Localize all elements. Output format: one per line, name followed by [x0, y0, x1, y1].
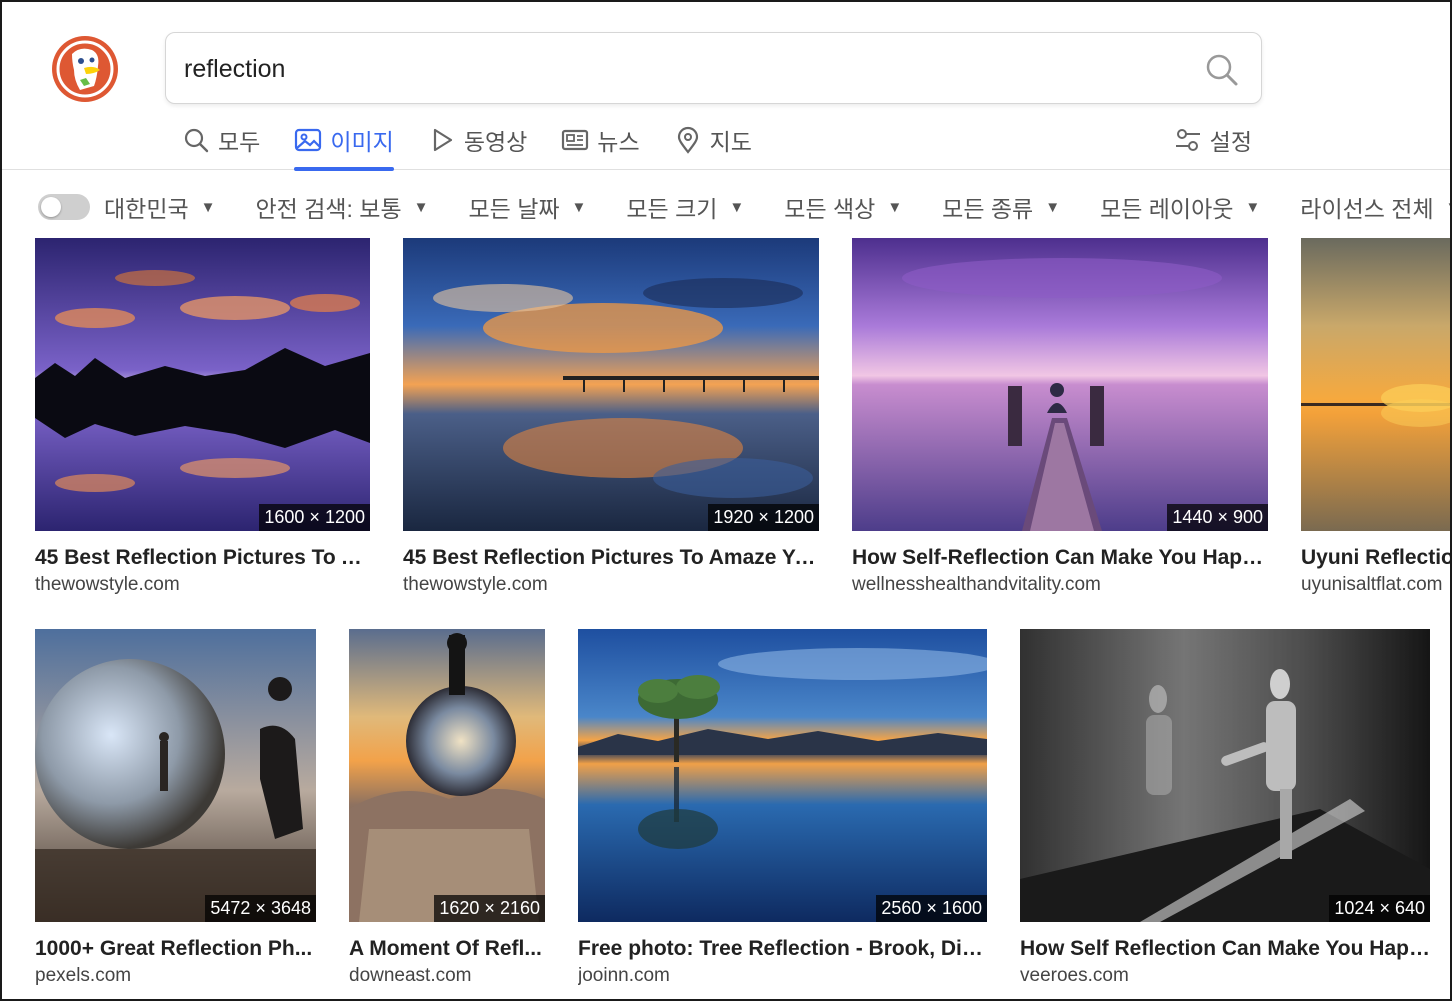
browser-frame: 모두 이미지 동영상 뉴스 지도 설정 대 — [0, 0, 1452, 1001]
image-result[interactable]: 1024 × 640 How Self Reflection Can Make … — [1020, 629, 1430, 989]
map-pin-icon — [677, 126, 698, 154]
filter-date[interactable]: 모든 날짜 ▼ — [469, 190, 587, 224]
result-domain[interactable]: jooinn.com — [578, 965, 987, 987]
image-result[interactable]: Uyuni Reflection uyunisaltflat.com — [1301, 238, 1450, 598]
result-title[interactable]: Free photo: Tree Reflection - Brook, Dig… — [578, 937, 987, 961]
tab-news[interactable]: 뉴스 — [561, 120, 640, 160]
result-domain[interactable]: wellnesshealthandvitality.com — [852, 574, 1268, 596]
filter-region[interactable]: 대한민국 ▼ — [104, 190, 216, 224]
result-title[interactable]: 45 Best Reflection Pictures To Amaze You — [403, 546, 819, 570]
filter-label: 모든 색상 — [784, 196, 876, 222]
search-icon — [184, 128, 209, 153]
play-icon — [433, 128, 452, 152]
image-result[interactable]: 1620 × 2160 A Moment Of Refl... downeast… — [349, 629, 545, 989]
tab-label: 뉴스 — [597, 129, 640, 155]
result-thumbnail[interactable]: 1620 × 2160 — [349, 629, 545, 922]
settings-button[interactable]: 설정 — [1174, 120, 1252, 160]
image-dimensions: 5472 × 3648 — [205, 895, 316, 922]
caret-down-icon: ▼ — [729, 198, 745, 216]
search-button[interactable] — [1203, 51, 1241, 89]
image-dimensions: 1920 × 1200 — [708, 504, 819, 531]
result-domain[interactable]: uyunisaltflat.com — [1301, 574, 1450, 596]
caret-down-icon: ▼ — [413, 198, 429, 216]
news-icon — [562, 129, 589, 151]
result-thumbnail[interactable]: 1024 × 640 — [1020, 629, 1430, 922]
image-result[interactable]: 1440 × 900 How Self-Reflection Can Make … — [852, 238, 1268, 598]
result-thumbnail[interactable]: 2560 × 1600 — [578, 629, 987, 922]
caret-down-icon: ▼ — [571, 198, 587, 216]
result-thumbnail[interactable]: 1440 × 900 — [852, 238, 1268, 531]
caret-down-icon: ▼ — [1045, 198, 1061, 216]
result-domain[interactable]: downeast.com — [349, 965, 545, 987]
filter-safe-search[interactable]: 안전 검색: 보통 ▼ — [256, 190, 429, 224]
search-bar — [165, 32, 1262, 104]
tab-label: 이미지 — [330, 129, 394, 155]
filter-label: 라이선스 전체 — [1300, 196, 1434, 222]
tab-label: 동영상 — [463, 129, 528, 155]
tab-label: 모두 — [218, 129, 261, 155]
filter-size[interactable]: 모든 크기 ▼ — [626, 190, 744, 224]
image-result[interactable]: 2560 × 1600 Free photo: Tree Reflection … — [578, 629, 987, 989]
filter-label: 안전 검색: 보통 — [255, 196, 402, 222]
result-thumbnail[interactable] — [1301, 238, 1450, 531]
caret-down-icon: ▼ — [1446, 199, 1450, 216]
result-thumbnail[interactable]: 1920 × 1200 — [403, 238, 819, 531]
image-result[interactable]: 1600 × 1200 45 Best Reflection Pictures … — [35, 238, 370, 598]
filter-type[interactable]: 모든 종류 ▼ — [942, 190, 1060, 224]
image-result[interactable]: 5472 × 3648 1000+ Great Reflection Ph...… — [35, 629, 316, 989]
result-thumbnail[interactable]: 1600 × 1200 — [35, 238, 370, 531]
tab-videos[interactable]: 동영상 — [428, 120, 527, 160]
region-toggle[interactable] — [38, 194, 90, 220]
result-domain[interactable]: pexels.com — [35, 965, 316, 987]
result-domain[interactable]: thewowstyle.com — [403, 574, 819, 596]
result-title[interactable]: 45 Best Reflection Pictures To A... — [35, 546, 370, 570]
image-result[interactable]: 1920 × 1200 45 Best Reflection Pictures … — [403, 238, 819, 598]
filter-label: 모든 레이아웃 — [1100, 196, 1234, 222]
image-dimensions: 2560 × 1600 — [876, 895, 987, 922]
result-title[interactable]: 1000+ Great Reflection Ph... — [35, 937, 316, 961]
image-dimensions: 1620 × 2160 — [434, 895, 545, 922]
filter-layout[interactable]: 모든 레이아웃 ▼ — [1100, 190, 1260, 224]
result-title[interactable]: Uyuni Reflection — [1301, 546, 1450, 570]
filter-label: 대한민국 — [104, 196, 189, 222]
result-domain[interactable]: veeroes.com — [1020, 965, 1430, 987]
filter-label: 모든 크기 — [626, 196, 718, 222]
duckduckgo-logo[interactable] — [50, 34, 120, 104]
tab-maps[interactable]: 지도 — [674, 120, 752, 160]
filter-label: 모든 종류 — [942, 196, 1034, 222]
image-dimensions: 1440 × 900 — [1167, 504, 1268, 531]
filter-license[interactable]: 라이선스 전체 ▼ — [1300, 190, 1450, 224]
result-title[interactable]: A Moment Of Refl... — [349, 937, 545, 961]
filter-color[interactable]: 모든 색상 ▼ — [784, 190, 902, 224]
settings-label: 설정 — [1209, 129, 1252, 155]
result-title[interactable]: How Self Reflection Can Make You Happ... — [1020, 937, 1430, 961]
filter-bar: 대한민국 ▼ 안전 검색: 보통 ▼ 모든 날짜 ▼ 모든 크기 ▼ 모든 색상 ▼ 모든… — [38, 187, 1450, 227]
caret-down-icon: ▼ — [1245, 198, 1261, 216]
result-domain[interactable]: thewowstyle.com — [35, 574, 370, 596]
filter-label: 모든 날짜 — [468, 196, 560, 222]
image-dimensions: 1024 × 640 — [1329, 895, 1430, 922]
tab-images[interactable]: 이미지 — [294, 120, 395, 171]
tab-all[interactable]: 모두 — [182, 120, 260, 160]
search-input[interactable] — [184, 51, 1184, 87]
image-icon — [295, 128, 322, 152]
search-icon — [1206, 54, 1238, 86]
tab-label: 지도 — [709, 129, 752, 155]
result-title[interactable]: How Self-Reflection Can Make You Happi..… — [852, 546, 1268, 570]
sliders-icon — [1175, 129, 1200, 151]
search-tabs: 모두 이미지 동영상 뉴스 지도 — [182, 120, 786, 171]
result-thumbnail[interactable]: 5472 × 3648 — [35, 629, 316, 922]
image-dimensions: 1600 × 1200 — [259, 504, 370, 531]
caret-down-icon: ▼ — [200, 198, 216, 216]
header: 모두 이미지 동영상 뉴스 지도 설정 — [2, 2, 1450, 171]
caret-down-icon: ▼ — [887, 198, 903, 216]
